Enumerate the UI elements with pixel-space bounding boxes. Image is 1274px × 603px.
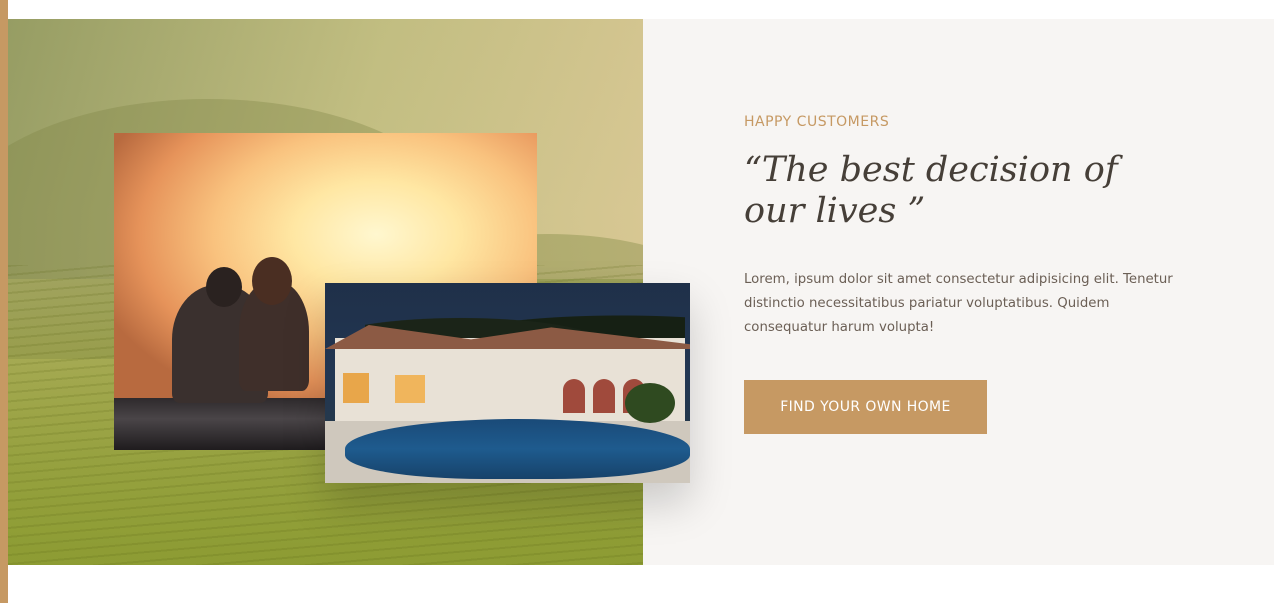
section-eyebrow: HAPPY CUSTOMERS	[744, 114, 890, 130]
testimonial-heading: “The best decision of our lives ”	[744, 150, 1118, 231]
find-your-own-home-button[interactable]: FIND YOUR OWN HOME	[744, 380, 987, 434]
villa-pool-photo	[325, 283, 690, 483]
testimonial-body: Lorem, ipsum dolor sit amet consectetur …	[744, 272, 1173, 335]
left-accent-bar	[0, 0, 8, 603]
page: HAPPY CUSTOMERS “The best decision of ou…	[0, 0, 1274, 603]
